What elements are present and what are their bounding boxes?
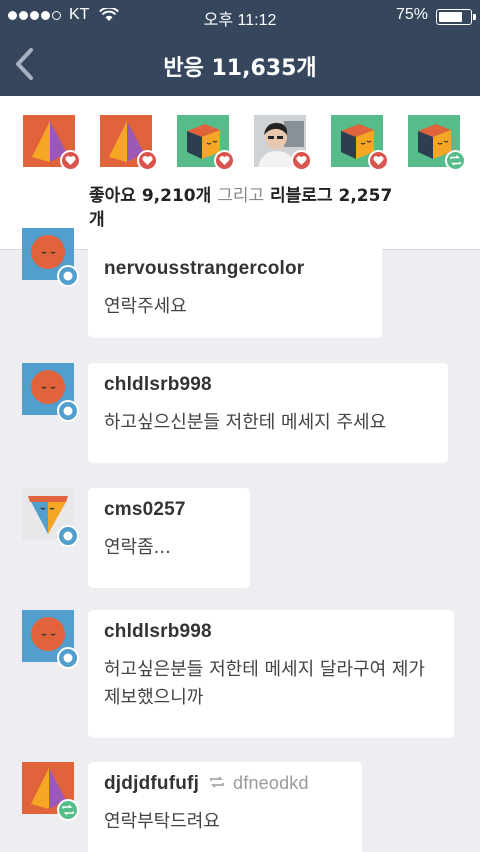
username-line: djdjdfufufj dfneodkd [104,773,346,795]
battery-icon [436,9,476,25]
reblogged-from[interactable]: dfneodkd [233,773,309,793]
reaction-summary: 좋아요 9,210개 그리고 리블로그 2,257 개 [89,184,469,232]
reblog-badge-icon [57,799,79,821]
username[interactable]: chldlsrb998 [104,374,432,396]
reactions-panel: 좋아요 9,210개 그리고 리블로그 2,257 개 [0,96,480,250]
heart-badge-icon [368,150,389,171]
heart-badge-icon [291,150,312,171]
note-message: 허고싶은분들 저한테 메세지 달라구여 제가 제보했으니까 [104,659,425,708]
username[interactable]: nervousstrangercolor [104,258,366,280]
comment-badge-icon [57,647,79,669]
reblog-icon [209,776,224,788]
reaction-avatars [23,115,466,171]
heart-badge-icon [60,150,81,171]
conjunction: 그리고 [217,186,265,206]
note-bubble[interactable]: cms0257 연락좀... [88,488,250,588]
likes-count: 좋아요 9,210개 [89,186,212,206]
status-bar: KT 오후 11:12 75% [0,0,480,32]
note-bubble[interactable]: chldlsrb998 허고싶은분들 저한테 메세지 달라구여 제가 제보했으니… [88,610,454,738]
note-message: 연락부탁드려요 [104,811,220,832]
note-bubble[interactable]: djdjdfufufj dfneodkd 연락부탁드려요 [88,762,362,852]
heart-badge-icon [137,150,158,171]
reaction-avatar[interactable] [177,115,235,171]
comment-badge-icon [57,265,79,287]
heart-badge-icon [214,150,235,171]
username[interactable]: cms0257 [104,499,234,521]
username[interactable]: djdjdfufufj [104,773,199,794]
reblogs-suffix: 개 [89,210,105,230]
page-title: 반응 11,635개 [163,56,317,81]
comment-badge-icon [57,400,79,422]
reaction-avatar[interactable] [100,115,158,171]
note-message: 연락좀... [104,537,171,558]
header: KT 오후 11:12 75% 반응 11,635개 [0,0,480,96]
comment-badge-icon [57,525,79,547]
reaction-avatar[interactable] [23,115,81,171]
username[interactable]: chldlsrb998 [104,621,438,643]
reblog-badge-icon [445,150,466,171]
note-bubble[interactable]: nervousstrangercolor 연락주세요 [88,228,382,338]
reblogs-count: 리블로그 2,257 [270,186,393,206]
reaction-avatar[interactable] [254,115,312,171]
reaction-avatar[interactable] [331,115,389,171]
reaction-avatar[interactable] [408,115,466,171]
note-message: 연락주세요 [104,296,187,317]
note-message: 하고싶으신분들 저한테 메세지 주세요 [104,412,387,433]
note-bubble[interactable]: chldlsrb998 하고싶으신분들 저한테 메세지 주세요 [88,363,448,463]
battery-percent: 75% [395,6,428,23]
